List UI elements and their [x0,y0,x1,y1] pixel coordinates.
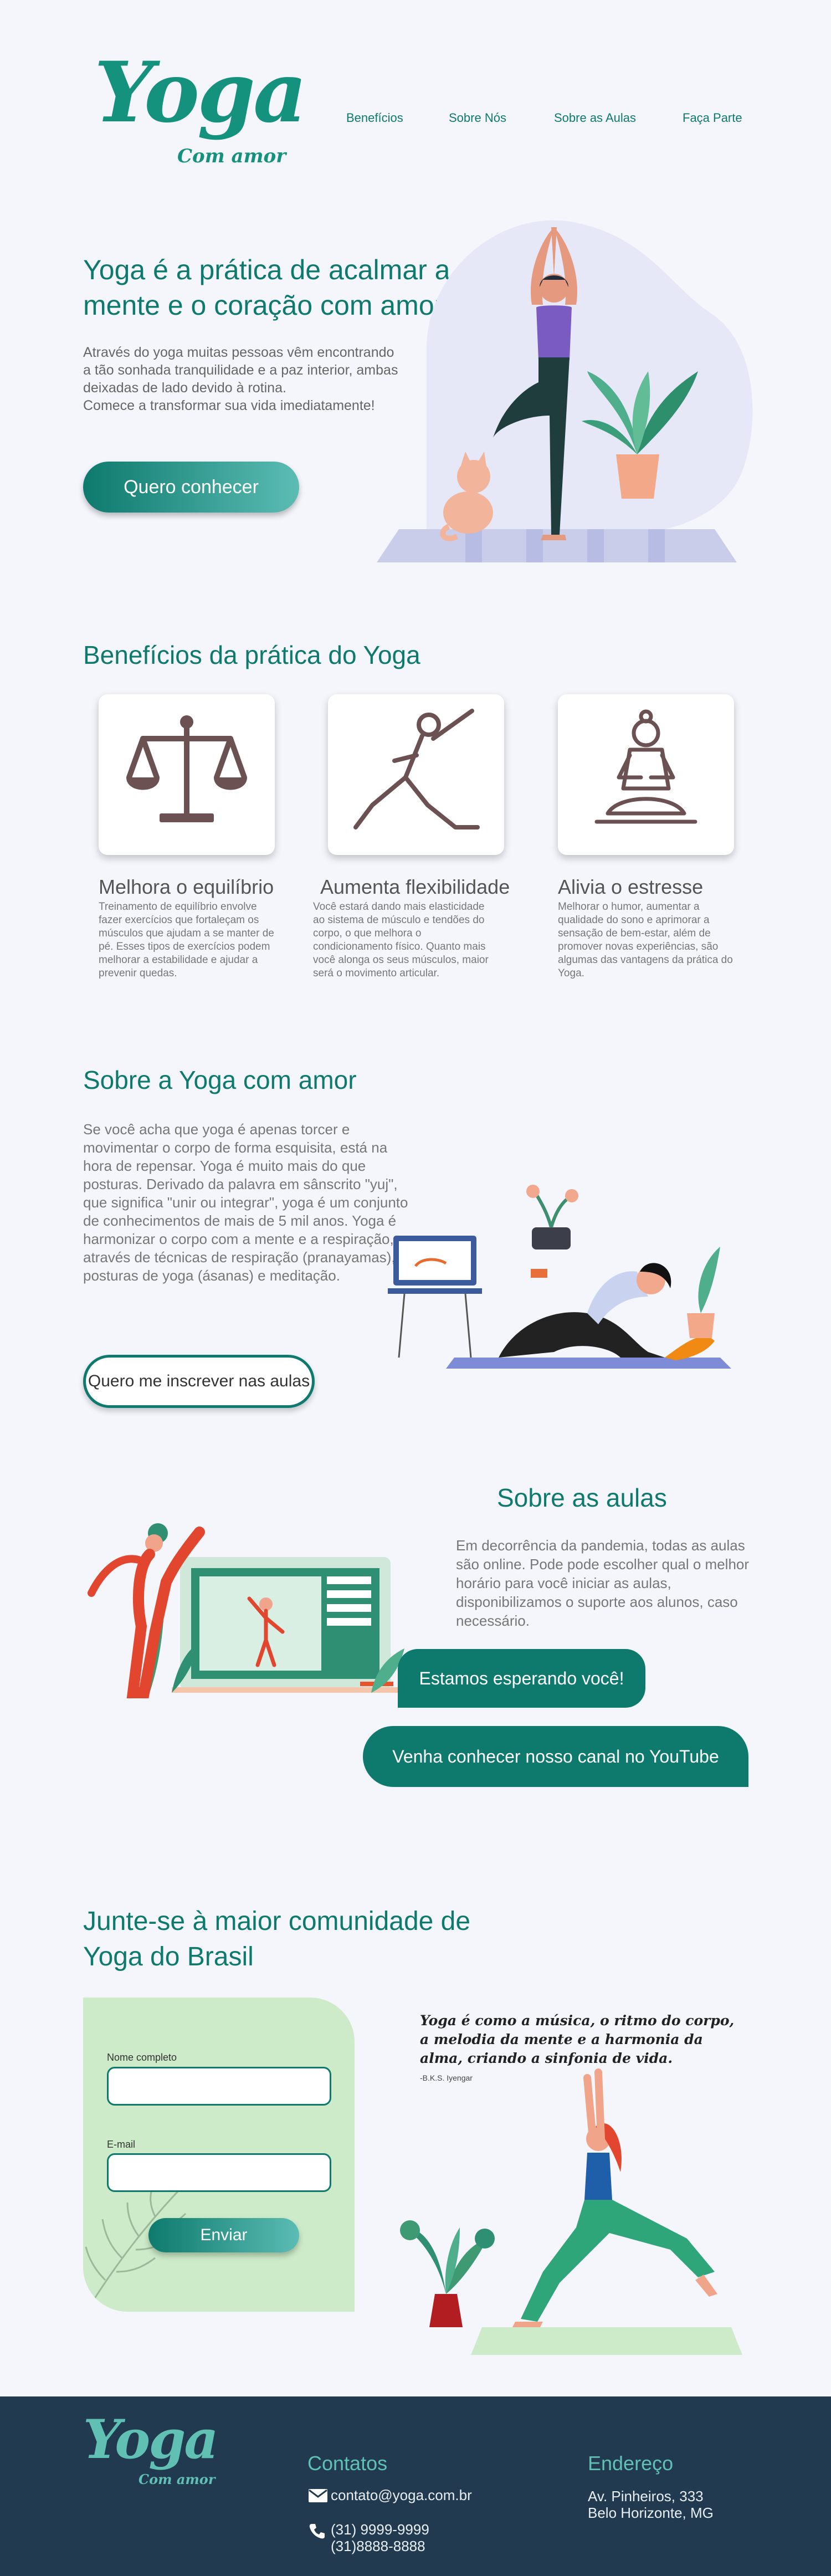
email-input[interactable] [107,2153,331,2192]
youtube-channel-button[interactable]: Venha conhecer nosso canal no YouTube [363,1726,748,1787]
join-title: Junte-se à maior comunidade de Yoga do B… [83,1907,471,1971]
classes-title: Sobre as aulas [497,1483,667,1512]
enroll-button[interactable]: Quero me inscrever nas aulas [83,1355,315,1408]
contact-email[interactable]: contato@yoga.com.br [331,2487,472,2503]
address-title: Endereço [588,2452,674,2475]
logo-tagline: Com amor [177,145,286,167]
contacts-title: Contatos [307,2452,388,2475]
quote-text: Yoga é como a música, o ritmo do corpo, … [420,2012,735,2066]
footer-logo-tagline: Com amor [138,2471,216,2487]
name-label: Nome completo [107,2052,177,2063]
meditation-pose-icon [594,709,697,824]
phone-icon [309,2524,325,2539]
name-input[interactable] [107,2067,331,2106]
benefits-title: Benefícios da prática do Yoga [83,641,420,669]
benefit-text: Você estará dando mais elasticidade ao s… [313,901,489,979]
join-yoga-illustration [400,2068,742,2355]
nav-beneficios[interactable]: Benefícios [346,111,403,125]
logo[interactable]: Yoga [94,51,307,134]
balance-scale-icon [126,715,247,822]
benefit-title: Melhora o equilíbrio [99,875,274,898]
benefit-text: Treinamento de equilíbrio envolve fazer … [99,901,274,979]
hero-cta-button[interactable]: Quero conhecer [83,462,299,513]
stretching-pose-icon [353,709,480,829]
benefit-title: Alivia o estresse [558,875,704,898]
about-text: Se você acha que yoga é apenas torcer e … [83,1121,408,1284]
classes-text: Em decorrência da pandemia, todas as aul… [456,1537,750,1629]
mail-icon [309,2489,327,2502]
contact-phone-2[interactable]: (31)8888-8888 [331,2538,425,2554]
benefit-card-stress [558,694,734,855]
nav-faca-parte[interactable]: Faça Parte [683,111,742,125]
address-line-1: Av. Pinheiros, 333 [588,2488,704,2505]
waiting-bubble: Estamos esperando você! [398,1649,645,1708]
nav-sobre-aulas[interactable]: Sobre as Aulas [554,111,636,125]
address-line-2: Belo Horizonte, MG [588,2505,714,2521]
submit-button[interactable]: Enviar [148,2218,299,2252]
about-title: Sobre a Yoga com amor [83,1066,357,1094]
benefit-card-balance [99,694,275,855]
nav-sobre-nos[interactable]: Sobre Nós [449,111,506,125]
about-yoga-illustration [388,1185,731,1369]
contact-phone-1[interactable]: (31) 9999-9999 [331,2521,429,2538]
email-label: E-mail [107,2139,136,2150]
benefit-card-flexibility [328,694,504,855]
benefit-title: Aumenta flexibilidade [320,875,510,898]
footer-logo[interactable]: Yoga [83,2413,219,2466]
benefit-text: Melhorar o humor, aumentar a qualidade d… [558,901,733,979]
classes-illustration [88,1523,404,1698]
hero-yoga-illustration [377,220,753,562]
